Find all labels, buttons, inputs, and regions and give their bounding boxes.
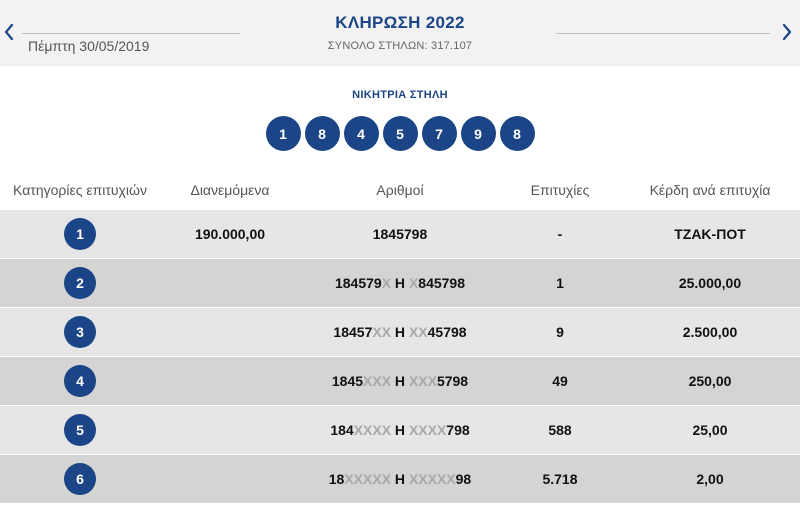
wins-count: 1: [556, 275, 564, 291]
distributed-amount: [160, 308, 300, 356]
winning-column-label: ΝΙΚΗΤΡΙΑ ΣΤΗΛΗ: [352, 89, 448, 101]
category-badge: 1: [64, 218, 96, 250]
prize-per-win: ΤΖΑΚ-ΠΟΤ: [674, 226, 746, 242]
wins-count: 9: [556, 324, 564, 340]
winning-number-ball: 8: [304, 116, 340, 151]
header-prize: Κέρδη ανά επιτυχία: [649, 182, 771, 198]
table-row: 4 1845 XXX Η XXX 5798 49 250,00: [0, 357, 800, 405]
header-numbers: Αριθμοί: [376, 182, 424, 198]
prize-per-win: 25,00: [692, 422, 728, 438]
category-badge: 4: [64, 365, 96, 397]
matching-numbers: 184 XXXX Η XXXX 798: [330, 422, 470, 438]
winning-number-ball: 9: [460, 116, 496, 151]
winning-number-ball: 1: [265, 116, 301, 151]
prize-per-win: 2.500,00: [682, 324, 738, 340]
table-row: 1 190.000,00 1845798 - ΤΖΑΚ-ΠΟΤ: [0, 210, 800, 258]
category-badge: 3: [64, 316, 96, 348]
header-distributed: Διανεμόμενα: [190, 182, 270, 198]
distributed-amount: [160, 455, 300, 503]
matching-numbers: 18457 XX Η XX 45798: [333, 324, 467, 340]
category-badge: 2: [64, 267, 96, 299]
draw-header: Πέμπτη 30/05/2019 ΚΛΗΡΩΣΗ 2022 ΣΥΝΟΛΟ ΣΤ…: [0, 0, 800, 66]
header-divider-left: [22, 33, 240, 34]
category-badge: 6: [64, 463, 96, 495]
wins-count: 5.718: [542, 471, 578, 487]
category-badge: 5: [64, 414, 96, 446]
winning-numbers: 1 8 4 5 7 9 8: [0, 116, 800, 151]
distributed-amount: [160, 357, 300, 405]
chevron-right-icon[interactable]: [780, 21, 794, 43]
table-row: 5 184 XXXX Η XXXX 798 588 25,00: [0, 406, 800, 454]
wins-count: 588: [548, 422, 572, 438]
draw-title: ΚΛΗΡΩΣΗ 2022: [335, 13, 465, 32]
matching-numbers: 1845 XXX Η XXX 5798: [331, 373, 469, 389]
matching-numbers: 184579 X Η X 845798: [334, 275, 465, 291]
wins-count: 49: [552, 373, 568, 389]
distributed-amount: 190.000,00: [194, 226, 266, 242]
header-wins: Επιτυχίες: [530, 182, 590, 198]
header-category: Κατηγορίες επιτυχιών: [13, 182, 147, 198]
table-row: 6 18 XXXXX Η XXXXX 98 5.718 2,00: [0, 455, 800, 503]
table-row: 3 18457 XX Η XX 45798 9 2.500,00: [0, 308, 800, 356]
winning-number-ball: 7: [421, 116, 457, 151]
total-columns: ΣΥΝΟΛΟ ΣΤΗΛΩΝ: 317.107: [327, 40, 473, 52]
header-divider-right: [556, 33, 770, 34]
distributed-amount: [160, 259, 300, 307]
winning-number-ball: 4: [343, 116, 379, 151]
table-row: 2 184579 X Η X 845798 1 25.000,00: [0, 259, 800, 307]
winning-number-ball: 8: [499, 116, 535, 151]
matching-numbers: 1845798: [372, 226, 428, 242]
distributed-amount: [160, 406, 300, 454]
prize-per-win: 250,00: [688, 373, 732, 389]
wins-count: -: [557, 226, 563, 242]
prize-per-win: 25.000,00: [678, 275, 742, 291]
winning-number-ball: 5: [382, 116, 418, 151]
matching-numbers: 18 XXXXX Η XXXXX 98: [328, 471, 472, 487]
results-table-header: Κατηγορίες επιτυχιών Διανεμόμενα Αριθμοί…: [0, 170, 800, 210]
prize-per-win: 2,00: [696, 471, 724, 487]
